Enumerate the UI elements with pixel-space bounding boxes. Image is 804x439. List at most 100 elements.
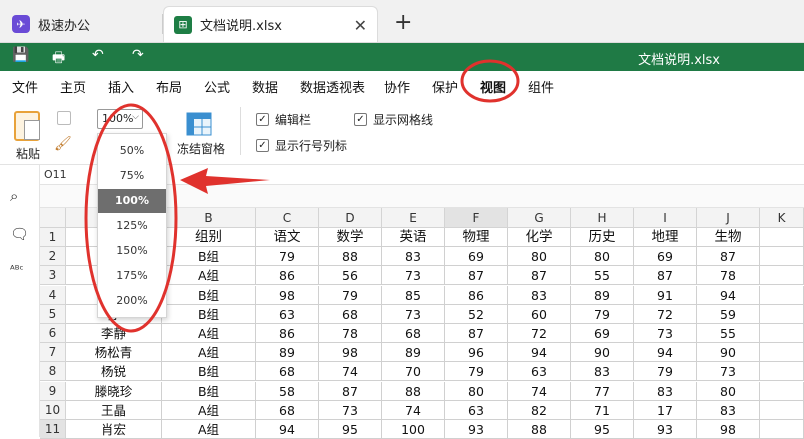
table-cell[interactable]: 79	[571, 304, 634, 324]
table-cell[interactable]: 87	[445, 266, 508, 286]
table-cell[interactable]	[760, 362, 804, 382]
headings-checkbox[interactable]: ✓ 显示行号列标	[256, 137, 347, 154]
column-header[interactable]: G	[508, 208, 571, 228]
table-cell[interactable]: 89	[571, 285, 634, 305]
table-cell[interactable]: 74	[319, 362, 382, 382]
table-cell[interactable]: 17	[634, 400, 697, 420]
table-cell[interactable]: B组	[162, 285, 256, 305]
row-header[interactable]: 2	[40, 247, 66, 267]
close-icon[interactable]: ✕	[354, 16, 367, 35]
table-cell[interactable]: 80	[697, 381, 760, 401]
header-cell[interactable]: 英语	[382, 228, 445, 247]
formula-bar-checkbox[interactable]: ✓ 编辑栏	[256, 111, 311, 128]
row-header[interactable]: 5	[40, 304, 66, 324]
column-header[interactable]: C	[256, 208, 319, 228]
header-cell[interactable]	[760, 228, 804, 247]
table-cell[interactable]: 79	[319, 285, 382, 305]
menu-layout[interactable]: 布局	[156, 77, 182, 96]
format-painter-icon[interactable]: 🖌	[54, 136, 72, 152]
table-cell[interactable]: 71	[571, 400, 634, 420]
table-cell[interactable]	[760, 285, 804, 305]
paste-label[interactable]: 粘贴	[16, 145, 40, 162]
table-cell[interactable]	[760, 324, 804, 343]
table-cell[interactable]: 56	[319, 266, 382, 286]
zoom-option[interactable]: 75%	[98, 164, 166, 188]
header-cell[interactable]: 语文	[256, 228, 319, 247]
row-header[interactable]: 10	[40, 400, 66, 420]
column-header[interactable]: B	[162, 208, 256, 228]
freeze-panes-icon[interactable]	[186, 112, 212, 136]
undo-icon[interactable]: ↶	[92, 47, 104, 63]
column-header[interactable]: E	[382, 208, 445, 228]
header-cell[interactable]: 地理	[634, 228, 697, 247]
table-cell[interactable]: 83	[571, 362, 634, 382]
select-all-corner[interactable]	[40, 208, 66, 228]
redo-icon[interactable]: ↷	[132, 47, 144, 63]
table-cell[interactable]: 55	[697, 324, 760, 343]
table-cell[interactable]: 89	[382, 343, 445, 363]
table-cell[interactable]: 72	[634, 304, 697, 324]
zoom-option[interactable]: 125%	[98, 214, 166, 238]
zoom-option[interactable]: 150%	[98, 239, 166, 263]
menu-view[interactable]: 视图	[480, 77, 507, 101]
table-cell[interactable]: 95	[571, 420, 634, 439]
table-cell[interactable]: 87	[319, 381, 382, 401]
row-header[interactable]: 4	[40, 285, 66, 305]
paste-icon[interactable]	[14, 111, 40, 141]
table-cell[interactable]: 79	[445, 362, 508, 382]
table-cell[interactable]	[760, 304, 804, 324]
table-cell[interactable]: 93	[634, 420, 697, 439]
table-cell[interactable]	[760, 420, 804, 439]
table-cell[interactable]: 83	[382, 247, 445, 267]
zoom-option[interactable]: 50%	[98, 139, 166, 163]
table-cell[interactable]: 98	[319, 343, 382, 363]
table-cell[interactable]: 69	[571, 324, 634, 343]
table-cell[interactable]: 94	[634, 343, 697, 363]
save-icon[interactable]: 💾	[12, 47, 29, 63]
table-cell[interactable]: 88	[319, 247, 382, 267]
table-cell[interactable]: 90	[697, 343, 760, 363]
table-cell[interactable]: 68	[256, 362, 319, 382]
table-cell[interactable]: 88	[382, 381, 445, 401]
new-tab-icon[interactable]: +	[394, 10, 412, 35]
table-cell[interactable]: B组	[162, 381, 256, 401]
menu-collab[interactable]: 协作	[384, 77, 410, 96]
table-cell[interactable]: A组	[162, 324, 256, 343]
table-cell[interactable]: 73	[697, 362, 760, 382]
table-cell[interactable]: A组	[162, 266, 256, 286]
table-cell[interactable]: 73	[382, 266, 445, 286]
tab-document[interactable]: ⊞ 文档说明.xlsx ✕	[163, 6, 378, 42]
table-cell[interactable]: A组	[162, 343, 256, 363]
column-header[interactable]: H	[571, 208, 634, 228]
table-cell[interactable]: 52	[445, 304, 508, 324]
table-cell[interactable]: 94	[508, 343, 571, 363]
column-header[interactable]: K	[760, 208, 804, 228]
freeze-panes-label[interactable]: 冻结窗格	[177, 140, 225, 157]
table-cell[interactable]: 98	[697, 420, 760, 439]
table-cell[interactable]: 83	[697, 400, 760, 420]
row-header[interactable]: 6	[40, 324, 66, 343]
menu-protect[interactable]: 保护	[432, 77, 458, 96]
row-header[interactable]: 9	[40, 381, 66, 401]
table-cell[interactable]: 77	[571, 381, 634, 401]
row-header[interactable]: 1	[40, 228, 66, 247]
table-cell[interactable]	[760, 381, 804, 401]
table-cell[interactable]: 96	[445, 343, 508, 363]
table-cell[interactable]: 79	[634, 362, 697, 382]
menu-home[interactable]: 主页	[60, 77, 86, 96]
menu-components[interactable]: 组件	[528, 77, 554, 96]
table-cell[interactable]	[760, 266, 804, 286]
table-cell[interactable]: 58	[256, 381, 319, 401]
table-cell[interactable]: 73	[319, 400, 382, 420]
table-cell[interactable]: 63	[445, 400, 508, 420]
table-cell[interactable]: 80	[508, 247, 571, 267]
table-cell[interactable]: 87	[445, 324, 508, 343]
menu-formula[interactable]: 公式	[204, 77, 230, 96]
table-cell[interactable]: A组	[162, 420, 256, 439]
zoom-option-selected[interactable]: 100%	[98, 189, 166, 213]
print-icon[interactable]: 🖶	[52, 47, 65, 71]
table-cell[interactable]: 68	[319, 304, 382, 324]
table-cell[interactable]: 85	[382, 285, 445, 305]
table-cell[interactable]: 80	[445, 381, 508, 401]
table-cell[interactable]: 89	[256, 343, 319, 363]
